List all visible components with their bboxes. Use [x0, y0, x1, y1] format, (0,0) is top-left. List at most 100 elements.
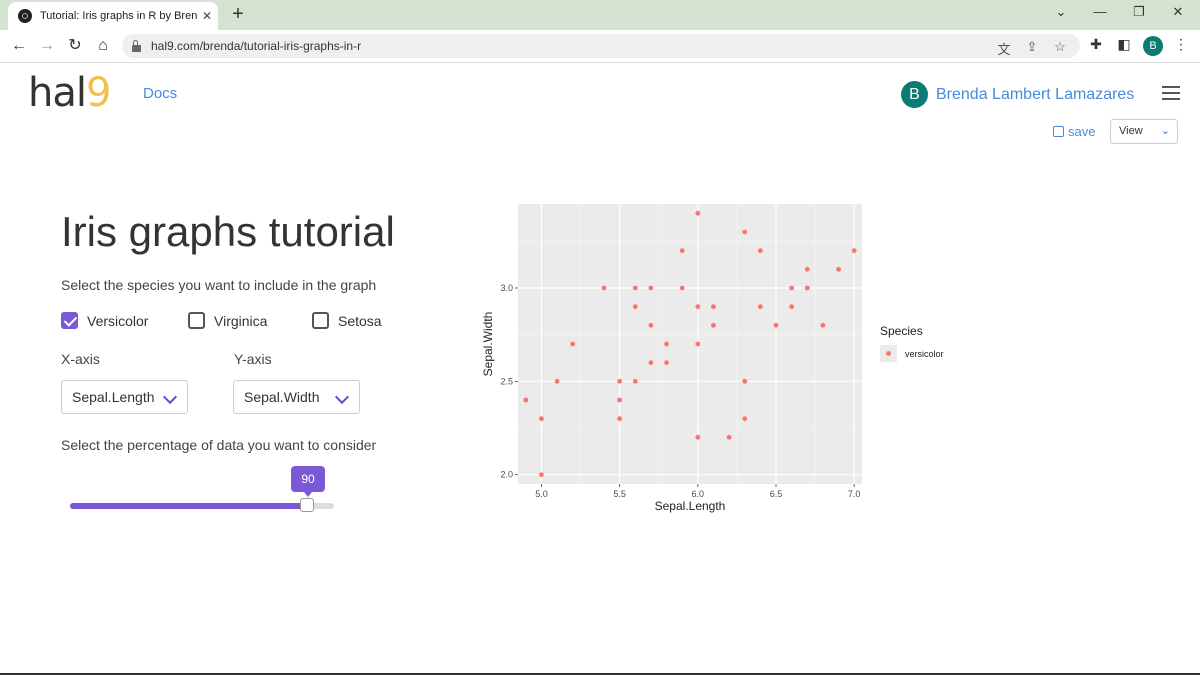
data-point — [695, 434, 701, 440]
data-point — [789, 304, 795, 310]
browser-tab-strip: Tutorial: Iris graphs in R by Brenda ✕ +… — [0, 0, 1200, 30]
data-point — [773, 322, 779, 328]
data-point — [789, 285, 795, 291]
chevron-down-icon: ⌄ — [1160, 125, 1170, 137]
data-point — [711, 304, 716, 310]
y-axis-label: Y-axis — [234, 351, 272, 367]
data-point — [617, 397, 623, 403]
user-avatar[interactable]: B — [901, 81, 928, 108]
x-axis-label: X-axis — [61, 351, 100, 367]
data-point — [632, 378, 638, 384]
data-point — [539, 416, 544, 422]
data-point — [664, 341, 669, 347]
checkbox-unchecked-icon[interactable] — [188, 312, 205, 329]
percentage-slider[interactable] — [70, 503, 334, 509]
y-tick-label: 3.0 — [500, 283, 513, 293]
x-axis-select[interactable]: Sepal.Length — [61, 380, 188, 414]
chevron-down-icon — [334, 389, 350, 405]
address-bar[interactable]: hal9.com/brenda/tutorial-iris-graphs-in-… — [122, 34, 1080, 58]
data-point — [836, 266, 841, 272]
y-tick-label: 2.5 — [500, 376, 513, 386]
docs-link[interactable]: Docs — [143, 85, 177, 102]
extensions-icon[interactable]: ✚ — [1087, 36, 1105, 53]
save-button[interactable]: save — [1053, 124, 1095, 139]
tab-search-icon[interactable]: ⌄ — [1051, 4, 1071, 20]
y-axis-title: Sepal.Width — [481, 312, 495, 377]
x-axis-select-value: Sepal.Length — [72, 389, 155, 405]
bookmark-star-icon[interactable]: ☆ — [1052, 39, 1068, 55]
data-point — [820, 322, 826, 328]
legend-point — [886, 351, 891, 356]
x-tick-label: 5.5 — [613, 489, 626, 499]
user-name-link[interactable]: Brenda Lambert Lamazares — [936, 86, 1134, 104]
x-tick-label: 5.0 — [535, 489, 548, 499]
checkbox-label: Virginica — [214, 312, 268, 329]
slider-thumb[interactable] — [300, 498, 314, 512]
y-axis-select[interactable]: Sepal.Width — [233, 380, 360, 414]
checkbox-unchecked-icon[interactable] — [312, 312, 329, 329]
data-point — [726, 434, 732, 440]
species-prompt: Select the species you want to include i… — [61, 277, 377, 293]
x-axis-title: Sepal.Length — [655, 499, 726, 513]
data-point — [632, 285, 638, 291]
translate-icon[interactable]: 文 — [996, 39, 1012, 58]
data-point — [617, 416, 623, 422]
percentage-prompt: Select the percentage of data you want t… — [61, 437, 377, 453]
checkbox-versicolor[interactable]: Versicolor — [61, 312, 148, 329]
x-tick-label: 7.0 — [848, 489, 861, 499]
window-close-icon[interactable]: ✕ — [1168, 4, 1188, 20]
data-point — [539, 472, 544, 478]
x-tick-label: 6.5 — [770, 489, 783, 499]
data-point — [554, 378, 560, 384]
back-icon[interactable]: ← — [9, 36, 29, 56]
checkbox-setosa[interactable]: Setosa — [312, 312, 382, 329]
scatter-chart: 5.0 5.5 6.0 6.5 7.0 2.0 2.5 3.0 Sepal.Length Sepa… — [481, 204, 944, 513]
data-point — [695, 304, 701, 310]
side-panel-icon[interactable]: ◧ — [1115, 36, 1133, 53]
new-tab-button[interactable]: + — [228, 4, 248, 24]
checkbox-label: Versicolor — [87, 312, 149, 329]
logo-digit: 9 — [85, 70, 111, 116]
hamburger-menu-icon[interactable] — [1162, 86, 1180, 100]
checkbox-checked-icon[interactable] — [61, 312, 78, 329]
share-icon[interactable]: ⇪ — [1024, 39, 1040, 55]
checkbox-virginica[interactable]: Virginica — [188, 312, 267, 329]
home-icon[interactable]: ⌂ — [93, 36, 113, 56]
reload-icon[interactable]: ↻ — [65, 36, 85, 56]
data-point — [695, 341, 701, 347]
slider-fill — [70, 503, 308, 509]
checkbox-label: Setosa — [338, 312, 382, 329]
chevron-down-icon — [162, 389, 178, 405]
y-tick-label: 2.0 — [500, 470, 513, 480]
tab-close-icon[interactable]: ✕ — [200, 9, 214, 23]
data-point — [742, 378, 748, 384]
data-point — [648, 285, 654, 291]
data-point — [523, 397, 529, 403]
plot-panel — [518, 204, 862, 484]
browser-toolbar: ← → ↻ ⌂ hal9.com/brenda/tutorial-iris-gr… — [0, 30, 1200, 63]
minimize-icon[interactable]: — — [1090, 4, 1110, 19]
data-point — [804, 285, 810, 291]
y-axis-select-value: Sepal.Width — [244, 389, 320, 405]
browser-menu-icon[interactable]: ⋮ — [1172, 36, 1190, 53]
hal9-favicon-icon — [18, 9, 32, 23]
browser-profile-avatar[interactable]: B — [1143, 36, 1163, 56]
data-point — [679, 248, 685, 254]
url-text: hal9.com/brenda/tutorial-iris-graphs-in-… — [151, 39, 362, 53]
lock-icon — [132, 39, 141, 52]
data-point — [632, 304, 638, 310]
logo-text: hal — [28, 70, 87, 116]
view-select[interactable]: View ⌄ — [1110, 119, 1178, 144]
forward-icon[interactable]: → — [37, 36, 57, 56]
browser-tab[interactable]: Tutorial: Iris graphs in R by Brenda ✕ — [8, 2, 218, 30]
hal9-logo[interactable]: hal9 — [28, 70, 111, 116]
save-label: save — [1068, 124, 1096, 139]
page-title: Iris graphs tutorial — [61, 208, 395, 255]
data-point — [648, 360, 654, 366]
data-point — [757, 304, 763, 310]
x-tick-label: 6.0 — [692, 489, 705, 499]
data-point — [711, 322, 716, 328]
restore-icon[interactable]: ❐ — [1129, 4, 1149, 20]
data-point — [679, 285, 685, 291]
view-select-value: View — [1119, 125, 1143, 137]
